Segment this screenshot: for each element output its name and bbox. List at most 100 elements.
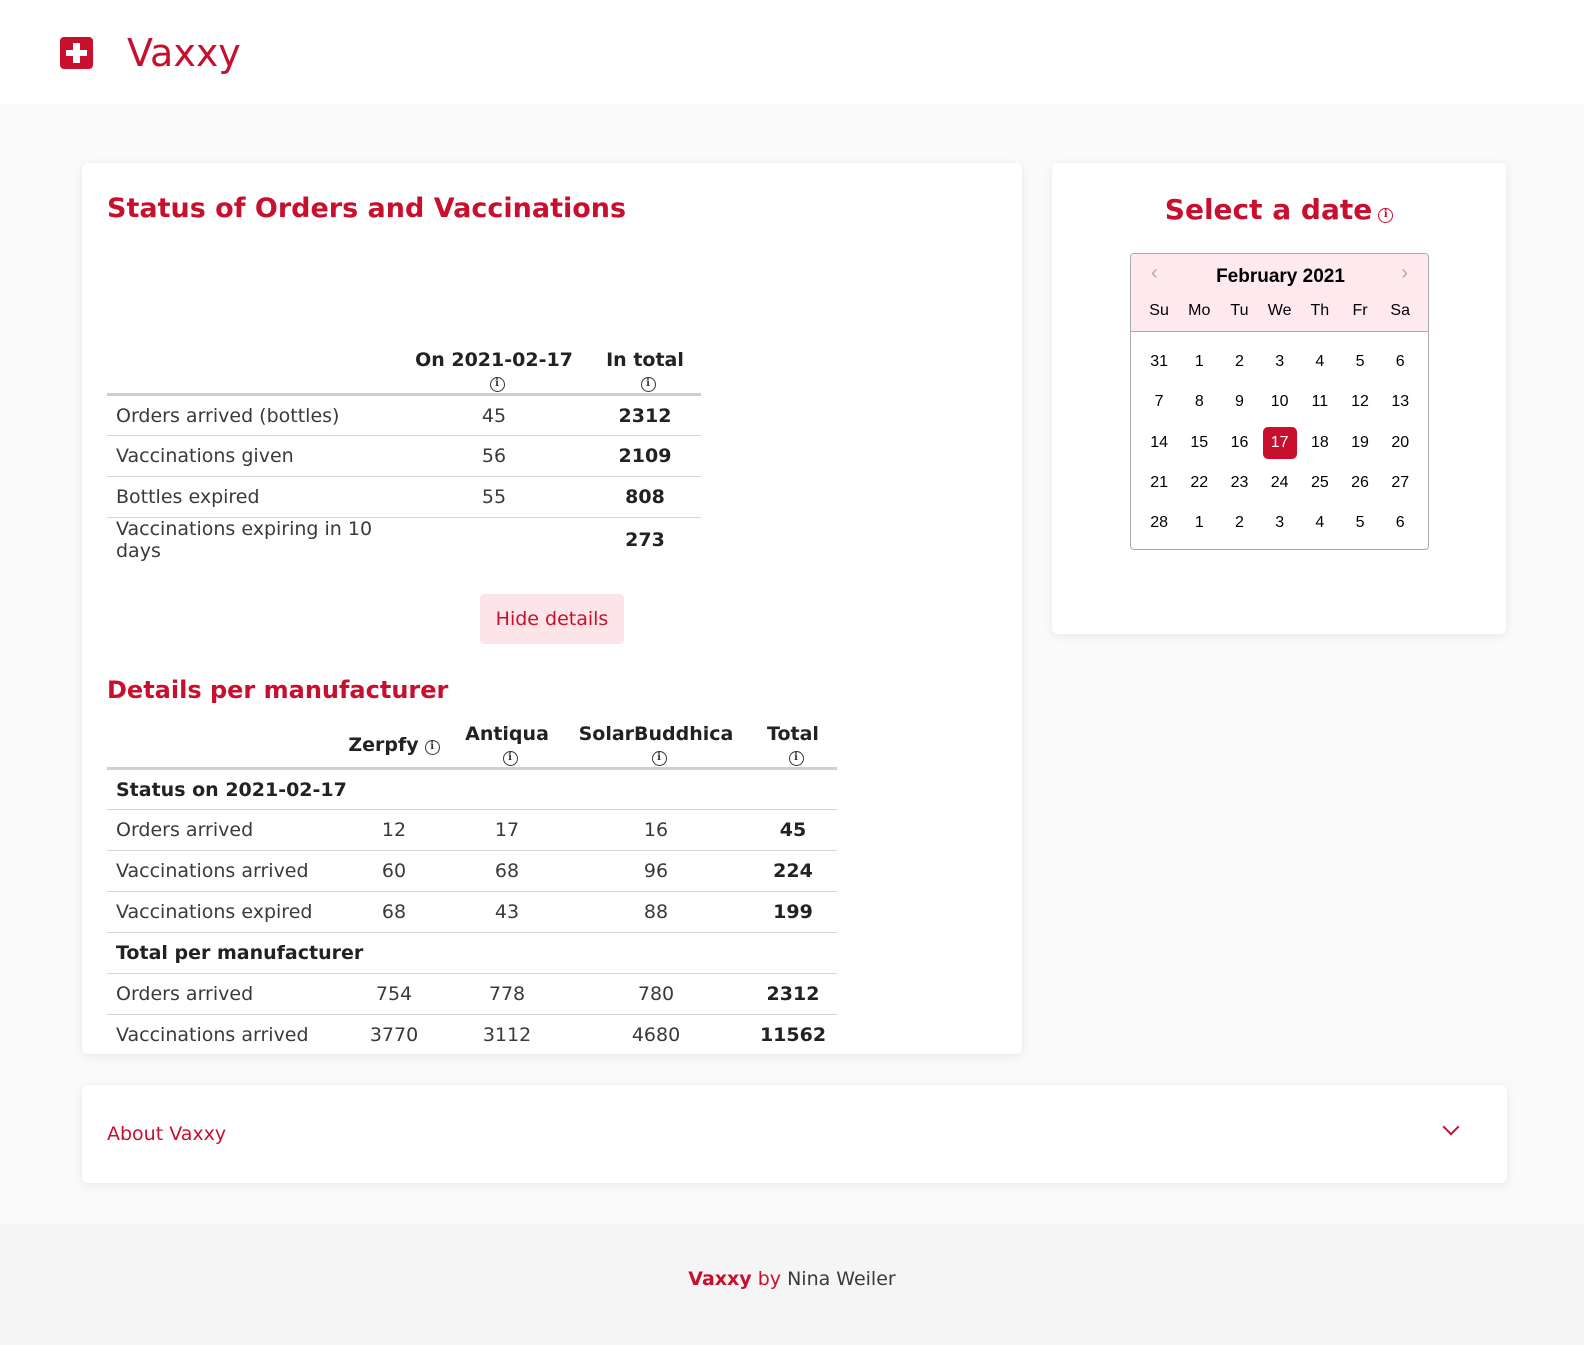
calendar-header: ‹ February 2021 › Su Mo Tu We Th Fr Sa	[1131, 254, 1428, 332]
chevron-down-icon[interactable]	[1442, 1118, 1460, 1136]
table-row: Orders arrived 754 778 780 2312	[107, 974, 837, 1015]
calendar-day[interactable]: 15	[1179, 423, 1219, 463]
calendar-day[interactable]: 7	[1139, 382, 1179, 422]
calendar-day-label: 27	[1391, 474, 1410, 492]
date-picker-title: Select a date i	[1052, 193, 1506, 226]
status-card: Status of Orders and Vaccinations On 202…	[82, 163, 1022, 1054]
calendar-day[interactable]: 9	[1219, 382, 1259, 422]
calendar-day[interactable]: 14	[1139, 423, 1179, 463]
antiqua-value: 68	[494, 860, 520, 882]
calendar-day-label: 22	[1190, 474, 1209, 492]
calendar-day[interactable]: 23	[1219, 463, 1259, 503]
calendar-day-label: 8	[1194, 393, 1204, 411]
calendar-day-label: 16	[1230, 433, 1249, 451]
calendar-day[interactable]: 22	[1179, 463, 1219, 503]
chevron-right-icon[interactable]: ›	[1401, 262, 1408, 285]
calendar-day-label: 6	[1395, 514, 1405, 532]
info-icon[interactable]: i	[640, 377, 656, 392]
calendar-day-label: 2	[1235, 514, 1244, 532]
details-header-blank	[107, 723, 337, 769]
info-icon[interactable]: i	[1378, 208, 1394, 223]
calendar-day[interactable]: 13	[1380, 382, 1420, 422]
calendar-day[interactable]: 5	[1340, 342, 1380, 382]
details-header-zerpfy: Zerpfy i	[337, 723, 451, 769]
date-picker-card: Select a date i ‹ February 2021 › Su Mo Tu W…	[1052, 163, 1506, 634]
calendar-day-label: 3	[1275, 353, 1285, 371]
total-value: 224	[773, 860, 813, 882]
table-row: Orders arrived 12 17 16 45	[107, 810, 837, 851]
about-accordion[interactable]: About Vaxxy	[82, 1085, 1507, 1183]
info-icon[interactable]: i	[502, 751, 518, 766]
hide-details-button[interactable]: Hide details	[480, 594, 624, 644]
calendar-day[interactable]: 2	[1219, 342, 1259, 382]
calendar-day[interactable]: 16	[1219, 423, 1259, 463]
calendar-day[interactable]: 3	[1260, 503, 1300, 543]
day-value	[399, 518, 589, 563]
calendar-day[interactable]: 26	[1340, 463, 1380, 503]
calendar-day[interactable]: 24	[1260, 463, 1300, 503]
calendar-day-label: 25	[1310, 474, 1329, 492]
weekday-label: Sa	[1390, 302, 1410, 319]
calendar-day[interactable]: 11	[1300, 382, 1340, 422]
table-row: Bottles expired 55 808	[107, 477, 701, 518]
row-label: Orders arrived (bottles)	[116, 404, 340, 427]
calendar-day-label: 23	[1230, 474, 1249, 492]
calendar-day-label: 11	[1311, 393, 1329, 411]
calendar-day-label: 28	[1150, 514, 1168, 532]
brand-title[interactable]: Vaxxy	[127, 28, 241, 78]
weekday-label: Fr	[1352, 302, 1368, 319]
row-label: Vaccinations arrived	[116, 1024, 309, 1047]
details-header-row: Zerpfy i Antiquai SolarBuddhicai Totali	[107, 723, 837, 769]
calendar-day-label: 1	[1194, 514, 1204, 532]
calendar-day[interactable]: 10	[1260, 382, 1300, 422]
info-icon[interactable]: i	[788, 751, 804, 766]
calendar-day-label: 13	[1391, 393, 1410, 411]
calendar-day[interactable]: 25	[1300, 463, 1340, 503]
weekday-label: Mo	[1188, 302, 1211, 319]
info-icon[interactable]: i	[424, 740, 440, 755]
solarbuddhica-value: 780	[637, 983, 675, 1005]
calendar-day[interactable]: 3	[1260, 342, 1300, 382]
row-label: Vaccinations arrived	[116, 860, 309, 882]
calendar-day[interactable]: 4	[1300, 503, 1340, 543]
zerpfy-value: 754	[375, 983, 413, 1005]
footer-author: Nina Weiler	[787, 1268, 896, 1290]
status-title: Status of Orders and Vaccinations	[107, 193, 627, 224]
about-title[interactable]: About Vaxxy	[107, 1123, 226, 1145]
calendar-day[interactable]: 17	[1260, 423, 1300, 463]
calendar-day[interactable]: 2	[1219, 503, 1259, 543]
calendar-day[interactable]: 1	[1179, 342, 1219, 382]
calendar-day[interactable]: 28	[1139, 503, 1179, 543]
calendar-day[interactable]: 1	[1179, 503, 1219, 543]
details-header-antiqua: Antiquai	[451, 723, 563, 769]
zerpfy-value: 3770	[369, 1024, 419, 1047]
calendar-day[interactable]: 20	[1380, 423, 1420, 463]
summary-table: On 2021-02-17i In totali Orders arrived …	[107, 349, 701, 562]
summary-header-total: In totali	[589, 349, 701, 395]
calendar-day-label: 10	[1270, 393, 1289, 411]
calendar-day[interactable]: 18	[1300, 423, 1340, 463]
swiss-cross-icon	[60, 37, 93, 69]
calendar-day[interactable]: 6	[1380, 342, 1420, 382]
calendar-day[interactable]: 8	[1179, 382, 1219, 422]
info-icon[interactable]: i	[489, 377, 505, 392]
calendar-day[interactable]: 27	[1380, 463, 1420, 503]
app-header: Vaxxy	[0, 0, 1584, 104]
calendar-day[interactable]: 21	[1139, 463, 1179, 503]
calendar-day[interactable]: 19	[1340, 423, 1380, 463]
footer-text: Vaxxy by Nina Weiler	[0, 1268, 1584, 1290]
details-header-solarbuddhica: SolarBuddhicai	[563, 723, 749, 769]
calendar-day[interactable]: 4	[1300, 342, 1340, 382]
calendar-day-label: 21	[1150, 474, 1168, 492]
solarbuddhica-value: 96	[643, 860, 669, 882]
table-row: Vaccinations arrived 3770 3112 4680 1156…	[107, 1015, 837, 1056]
calendar-day[interactable]: 12	[1340, 382, 1380, 422]
section-label: Status on 2021-02-17	[116, 778, 347, 801]
calendar-day[interactable]: 6	[1380, 503, 1420, 543]
calendar-day[interactable]: 5	[1340, 503, 1380, 543]
info-icon[interactable]: i	[651, 751, 667, 766]
calendar-day[interactable]: 31	[1139, 342, 1179, 382]
weekday-label: We	[1267, 302, 1292, 319]
calendar-day-label: 3	[1275, 514, 1285, 532]
summary-header-row: On 2021-02-17i In totali	[107, 349, 701, 395]
